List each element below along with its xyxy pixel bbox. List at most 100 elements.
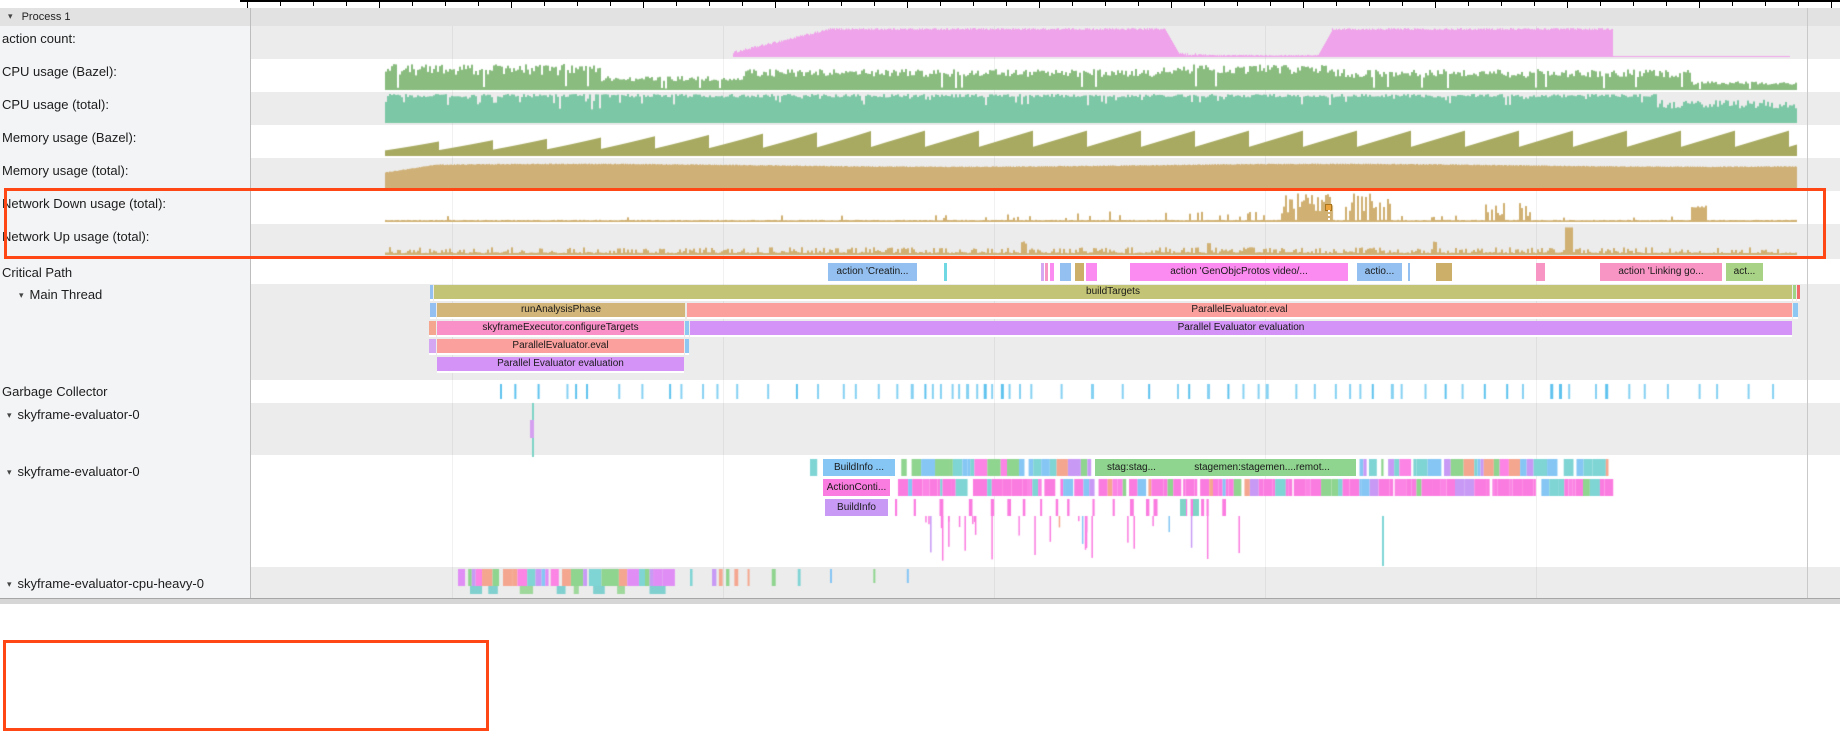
main-thread-slice[interactable] (429, 339, 436, 355)
main-thread-slice[interactable] (1797, 285, 1800, 301)
ruler-tick-mark (544, 2, 545, 6)
main-thread-slice[interactable] (685, 339, 689, 355)
critical-path-item[interactable] (1045, 263, 1048, 281)
track-label-thread[interactable]: ▾skyframe-evaluator-0 (7, 464, 140, 479)
track-label-counter: CPU usage (total): (2, 97, 109, 112)
main-thread-slice[interactable]: Parallel Evaluator evaluation (437, 357, 684, 373)
ruler-tick-mark (841, 2, 842, 6)
process-header[interactable]: ▾ Process 1 (0, 8, 1840, 27)
track-label-counter: Memory usage (Bazel): (2, 130, 136, 145)
critical-path-item[interactable] (1075, 263, 1084, 281)
main-thread-slice[interactable] (685, 321, 689, 337)
ruler-tick-mark (676, 2, 677, 6)
ruler-tick-mark (907, 2, 908, 8)
main-thread-slice[interactable]: skyframeExecutor.configureTargets (437, 321, 684, 337)
main-thread-slice[interactable]: ParallelEvaluator.eval (687, 303, 1792, 319)
critical-path-item[interactable]: action 'GenObjcProtos video/... (1130, 263, 1348, 281)
ruler-tick-mark (1237, 2, 1238, 6)
ruler-tick-mark (808, 2, 809, 6)
critical-path-item[interactable] (1050, 263, 1054, 281)
collapse-triangle-icon[interactable]: ▾ (7, 579, 12, 590)
ruler-tick-mark (1303, 2, 1304, 8)
ruler-tick-mark (1831, 2, 1832, 8)
ruler-tick-mark (313, 2, 314, 6)
critical-path-item[interactable] (1536, 263, 1545, 281)
critical-path-item[interactable] (1436, 263, 1452, 281)
ruler-tick-mark (973, 2, 974, 6)
counter-chart-network-down-usage-total-[interactable] (250, 191, 1840, 224)
collapse-triangle-icon[interactable]: ▾ (8, 7, 13, 25)
ruler-tick-mark (1006, 2, 1007, 6)
event-slice-labeled[interactable]: BuildInfo (825, 499, 888, 516)
event-slice-labeled[interactable]: BuildInfo ... (823, 459, 895, 476)
critical-path-item[interactable] (944, 263, 947, 281)
main-thread-slice[interactable] (430, 285, 433, 301)
main-thread-slice[interactable]: Parallel Evaluator evaluation (690, 321, 1792, 337)
event-slice-labeled[interactable]: ActionConti... (823, 479, 890, 496)
ruler-tick-mark (1468, 2, 1469, 6)
main-thread-slice[interactable] (1793, 303, 1798, 319)
ruler-tick-mark (1270, 2, 1271, 6)
critical-path-item[interactable] (1408, 263, 1410, 281)
ruler-tick-mark (346, 2, 347, 6)
ruler-tick-mark (874, 2, 875, 6)
main-thread-slice[interactable]: ParallelEvaluator.eval (437, 339, 684, 355)
critical-path-item[interactable] (1086, 263, 1097, 281)
ruler-tick-mark (1798, 2, 1799, 6)
detail-panel: 1 item selected. Counter Sample (1) Coun… (0, 604, 1840, 742)
ruler-tick-mark (1105, 2, 1106, 6)
critical-path-item[interactable]: action 'Creatin... (828, 263, 917, 281)
counter-chart-cpu-usage-total-[interactable] (250, 92, 1840, 125)
counter-chart-memory-usage-total-[interactable] (250, 158, 1840, 191)
collapse-triangle-icon[interactable]: ▾ (7, 410, 12, 421)
event-slice-labeled[interactable]: stagemen:stagemen....remot... (1168, 459, 1356, 476)
ruler-tick-mark (1501, 2, 1502, 6)
ruler-tick-mark (1600, 2, 1601, 6)
track-label-counter: Network Up usage (total): (2, 229, 149, 244)
counter-chart-cpu-usage-bazel-[interactable] (250, 59, 1840, 92)
ruler-tick-mark (1732, 2, 1733, 6)
critical-path-item[interactable] (1060, 263, 1071, 281)
track-label-main-thread[interactable]: ▾Main Thread (19, 287, 102, 302)
track-label-counter: Memory usage (total): (2, 163, 128, 178)
ruler-tick-mark (1369, 2, 1370, 6)
ruler-tick-mark (1633, 2, 1634, 6)
ruler-tick-mark (577, 2, 578, 6)
track-label-thread[interactable]: ▾skyframe-evaluator-cpu-heavy-0 (7, 576, 204, 591)
critical-path-item[interactable]: action 'Linking go... (1600, 263, 1722, 281)
main-thread-slice[interactable]: runAnalysisPhase (437, 303, 685, 319)
counter-chart-memory-usage-bazel-[interactable] (250, 125, 1840, 158)
ruler-tick-mark (412, 2, 413, 6)
collapse-triangle-icon[interactable]: ▾ (7, 467, 12, 478)
counter-chart-network-up-usage-total-[interactable] (250, 224, 1840, 257)
ruler-tick-mark (1699, 2, 1700, 8)
counter-chart-action-count[interactable] (250, 26, 1840, 59)
process-title: Process 1 (22, 11, 71, 23)
collapse-triangle-icon[interactable]: ▾ (19, 290, 24, 301)
ruler-tick-mark (445, 2, 446, 6)
critical-path-item[interactable] (1041, 263, 1044, 281)
ruler-tick-mark (247, 2, 248, 8)
ruler-tick-mark (610, 2, 611, 6)
ruler-tick-mark (709, 2, 710, 6)
ruler-tick-mark (1534, 2, 1535, 6)
main-thread-slice[interactable]: buildTargets (434, 285, 1792, 301)
track-label-thread[interactable]: ▾skyframe-evaluator-0 (7, 407, 140, 422)
ruler-tick-mark (1765, 2, 1766, 6)
track-label-counter: CPU usage (Bazel): (2, 64, 117, 79)
ruler-tick-mark (1171, 2, 1172, 8)
critical-path-item[interactable]: act... (1726, 263, 1763, 281)
event-slice-labeled[interactable]: stag:stag... (1095, 459, 1168, 476)
ruler-tick-mark (478, 2, 479, 6)
main-thread-slice[interactable] (1793, 285, 1796, 301)
ruler-tick-mark (1567, 2, 1568, 8)
thread-events-canvas[interactable] (250, 380, 1840, 598)
main-thread-slice[interactable] (430, 303, 436, 319)
ruler-tick-mark (1402, 2, 1403, 6)
ruler-tick-mark (1666, 2, 1667, 6)
main-thread-slice[interactable] (429, 321, 436, 337)
ruler-tick-mark (280, 2, 281, 6)
critical-path-item[interactable]: actio... (1357, 263, 1402, 281)
ruler-tick-mark (1138, 2, 1139, 6)
ruler-tick-mark (940, 2, 941, 6)
